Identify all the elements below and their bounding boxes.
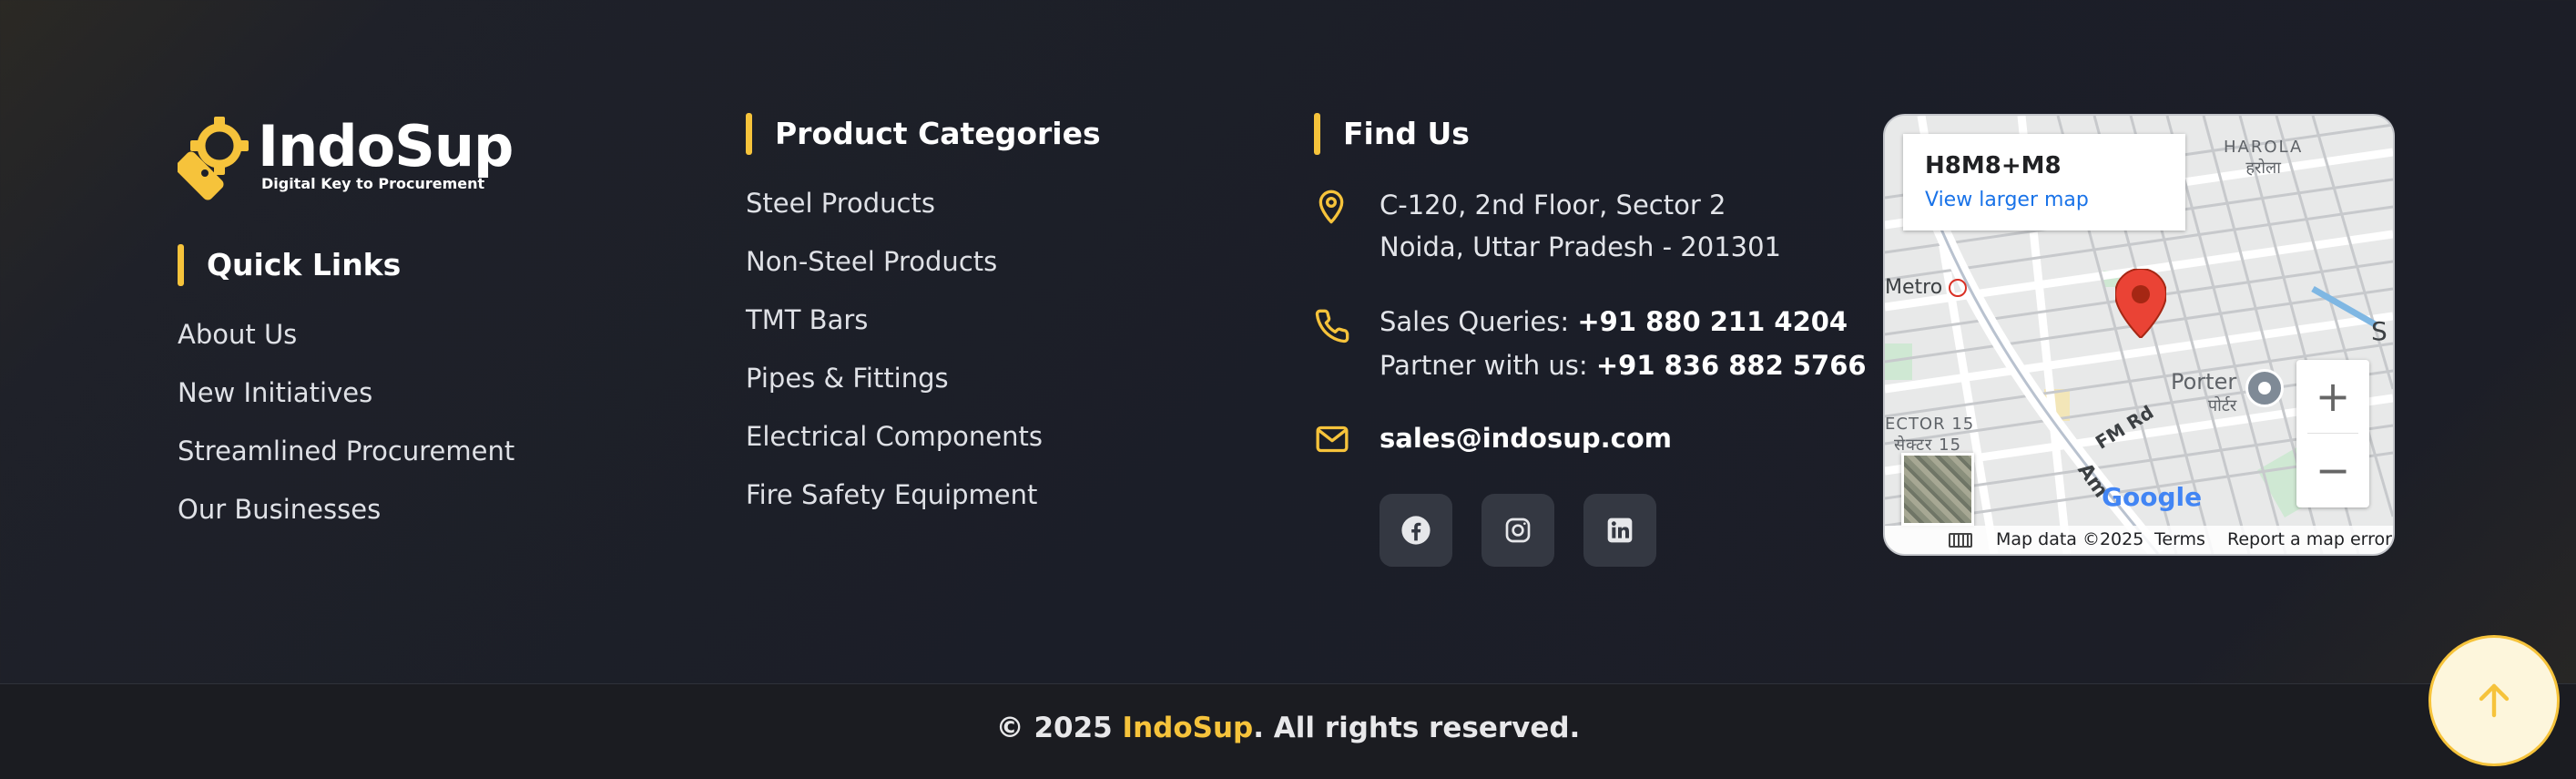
phone-icon bbox=[1315, 309, 1349, 343]
map-label-harola: HAROLA हरोला bbox=[2224, 138, 2303, 179]
quick-link-new-initiatives[interactable]: New Initiatives bbox=[178, 376, 372, 409]
facebook-button[interactable] bbox=[1380, 494, 1452, 567]
category-pipes-fittings[interactable]: Pipes & Fittings bbox=[746, 362, 949, 395]
brand-name: IndoSup bbox=[258, 113, 514, 179]
address-line-1: C-120, 2nd Floor, Sector 2 bbox=[1380, 190, 1726, 220]
map-label-sector15: ECTOR 15 सेक्टर 15 bbox=[1885, 415, 1974, 456]
category-fire-safety-equipment[interactable]: Fire Safety Equipment bbox=[746, 478, 1037, 511]
map-label-harola-hi: हरोला bbox=[2245, 159, 2281, 178]
sales-queries-label: Sales Queries: bbox=[1380, 306, 1578, 337]
brand-logo[interactable]: IndoSup Digital Key to Procurement bbox=[178, 111, 514, 202]
instagram-button[interactable] bbox=[1481, 494, 1554, 567]
brand-tagline: Digital Key to Procurement bbox=[261, 175, 485, 192]
facebook-icon bbox=[1401, 516, 1431, 545]
quick-link-our-businesses[interactable]: Our Businesses bbox=[178, 493, 381, 526]
map-label-harola-en: HAROLA bbox=[2224, 138, 2304, 157]
partner-label: Partner with us: bbox=[1380, 350, 1596, 381]
instagram-icon bbox=[1505, 518, 1531, 543]
map-label-s-edge: S bbox=[2371, 316, 2388, 346]
zoom-in-button[interactable]: + bbox=[2296, 360, 2369, 433]
copyright-prefix: © 2025 bbox=[995, 712, 1123, 744]
embedded-map[interactable]: H8M8+M8 View larger map HAROLA हरोला Met… bbox=[1883, 114, 2395, 556]
zoom-out-button[interactable]: − bbox=[2296, 434, 2369, 507]
mail-icon bbox=[1316, 425, 1349, 453]
location-pin-icon bbox=[1319, 190, 1344, 224]
map-label-sector15-en: ECTOR 15 bbox=[1885, 415, 1975, 434]
sales-queries: Sales Queries: +91 880 211 4204 bbox=[1380, 301, 1848, 343]
map-label-metro-text: Metro bbox=[1885, 276, 1943, 299]
category-steel-products[interactable]: Steel Products bbox=[746, 187, 935, 220]
map-label-metro: Metro bbox=[1885, 276, 1968, 299]
quick-link-streamlined-procurement[interactable]: Streamlined Procurement bbox=[178, 435, 514, 467]
sales-phone-link[interactable]: +91 880 211 4204 bbox=[1577, 306, 1848, 337]
wrench-gear-icon bbox=[178, 117, 249, 200]
category-tmt-bars[interactable]: TMT Bars bbox=[746, 303, 868, 336]
linkedin-button[interactable] bbox=[1583, 494, 1656, 567]
map-plus-code: H8M8+M8 bbox=[1925, 152, 2062, 179]
partner-with-us: Partner with us: +91 836 882 5766 bbox=[1380, 344, 1867, 386]
find-us-heading: Find Us bbox=[1314, 113, 1470, 155]
map-label-porter: Porter पोर्टर bbox=[2171, 369, 2236, 416]
arrow-up-icon bbox=[2479, 683, 2510, 718]
map-zoom-controls: + − bbox=[2296, 360, 2369, 507]
email-text: sales@indosup.com bbox=[1380, 423, 1672, 454]
copyright-brand[interactable]: IndoSup bbox=[1123, 712, 1254, 744]
address-line-2: Noida, Uttar Pradesh - 201301 bbox=[1380, 231, 1782, 262]
satellite-layer-toggle[interactable] bbox=[1901, 453, 1974, 526]
linkedin-icon bbox=[1607, 518, 1633, 543]
quick-links-heading: Quick Links bbox=[178, 244, 401, 286]
product-categories-heading: Product Categories bbox=[746, 113, 1101, 155]
category-non-steel-products[interactable]: Non-Steel Products bbox=[746, 245, 997, 278]
map-label-porter-hi: पोर्टर bbox=[2207, 396, 2237, 415]
email-link[interactable]: sales@indosup.com bbox=[1380, 417, 1672, 459]
location-marker-icon[interactable] bbox=[2115, 269, 2166, 338]
category-electrical-components[interactable]: Electrical Components bbox=[746, 420, 1043, 453]
view-larger-map-link[interactable]: View larger map bbox=[1925, 189, 2089, 211]
scroll-to-top-button[interactable] bbox=[2428, 635, 2560, 766]
map-terms-link[interactable]: Terms bbox=[2154, 526, 2205, 554]
poi-marker-icon[interactable] bbox=[2245, 369, 2284, 407]
report-map-error-link[interactable]: Report a map error bbox=[2227, 526, 2392, 554]
footer-bar: © 2025 IndoSup. All rights reserved. bbox=[0, 683, 2576, 779]
keyboard-shortcuts-icon[interactable] bbox=[1949, 533, 1972, 548]
map-data-attribution: Map data ©2025 bbox=[1996, 529, 2144, 549]
map-info-card: H8M8+M8 View larger map bbox=[1903, 134, 2185, 231]
map-label-porter-en: Porter bbox=[2171, 369, 2237, 395]
quick-link-about-us[interactable]: About Us bbox=[178, 318, 297, 351]
partner-phone-link[interactable]: +91 836 882 5766 bbox=[1596, 350, 1867, 381]
copyright-suffix: . All rights reserved. bbox=[1253, 712, 1581, 744]
copyright-text: © 2025 IndoSup. All rights reserved. bbox=[0, 712, 2576, 744]
map-footer: Map data ©2025 Terms Report a map error bbox=[1885, 526, 2393, 554]
google-logo: Google bbox=[2102, 482, 2203, 512]
metro-station-icon bbox=[1949, 279, 1968, 297]
